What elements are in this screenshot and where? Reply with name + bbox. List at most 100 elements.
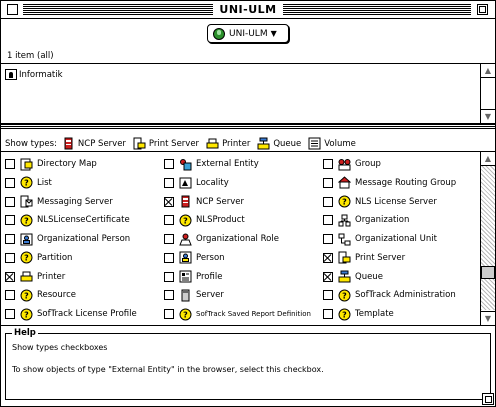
type-checkbox-item[interactable]: Person	[164, 251, 225, 265]
title-bar-stripes-left	[23, 4, 213, 15]
checkbox[interactable]	[164, 290, 174, 301]
type-label: Group	[355, 159, 381, 169]
type-checkbox-item[interactable]: Directory Map	[5, 157, 97, 171]
type-checkbox-item[interactable]: Queue	[323, 270, 383, 284]
type-checkbox-item[interactable]: ? Partition	[5, 251, 72, 265]
checkbox[interactable]	[164, 159, 174, 169]
checkbox[interactable]	[5, 196, 15, 207]
type-checkbox-item[interactable]: ? Resource	[5, 288, 76, 302]
context-popup-menu[interactable]: UNI-ULM ▼	[207, 24, 289, 43]
legend-queue: Queue	[257, 137, 301, 150]
checkbox[interactable]	[323, 271, 333, 282]
object-browser-list[interactable]: Informatik ▲ ▼	[1, 63, 495, 124]
checkbox[interactable]	[164, 215, 174, 226]
checkbox[interactable]	[5, 271, 15, 282]
type-checkbox-item[interactable]: Locality	[164, 176, 229, 190]
zoom-box[interactable]	[477, 4, 488, 15]
type-checkbox-item[interactable]: Message Routing Group	[323, 176, 456, 190]
type-checkbox-item[interactable]: ? SofTrack License Profile	[5, 307, 137, 321]
checkbox[interactable]	[164, 271, 174, 282]
type-checkbox-item[interactable]: NCP Server	[164, 195, 244, 209]
type-checkbox-item[interactable]: ? SofTrack Saved Report Definition	[164, 307, 311, 321]
type-checkbox-item[interactable]: ? List	[5, 176, 52, 190]
checkbox[interactable]	[164, 234, 174, 244]
pane-splitter[interactable]	[1, 124, 495, 129]
type-checkbox-item[interactable]: ? NLS License Server	[323, 195, 437, 209]
checkbox[interactable]	[5, 309, 15, 319]
scroll-down-arrow[interactable]: ▼	[481, 311, 495, 325]
volume-icon	[308, 137, 321, 150]
type-checkbox-item[interactable]: ? Template	[323, 307, 394, 321]
browser-window: UNI-ULM UNI-ULM ▼ 1 item (all) Informati…	[0, 0, 496, 407]
checkbox[interactable]	[323, 159, 333, 169]
type-label: Organization	[355, 215, 410, 226]
resize-box[interactable]	[482, 393, 494, 405]
scroll-track[interactable]	[481, 166, 495, 310]
type-checkbox-item[interactable]: Organizational Person	[5, 232, 130, 246]
svg-text:?: ?	[24, 291, 29, 300]
checkbox[interactable]	[323, 196, 333, 207]
checkbox[interactable]	[164, 252, 174, 263]
checkbox[interactable]	[5, 290, 15, 301]
checkbox[interactable]	[164, 196, 174, 207]
type-checkbox-item[interactable]: Server	[164, 288, 224, 302]
type-label: Resource	[37, 290, 76, 301]
checkbox[interactable]	[5, 215, 15, 226]
svg-text:?: ?	[183, 310, 188, 319]
type-label: Server	[196, 290, 224, 301]
type-checkbox-item[interactable]: Print Server	[323, 251, 405, 265]
svg-text:?: ?	[24, 310, 29, 319]
type-checkbox-item[interactable]: Group	[323, 157, 381, 171]
scroll-thumb[interactable]	[481, 266, 495, 279]
show-types-checkbox-grid: Directory Map External Entity Group? List Lo…	[1, 152, 480, 325]
question-icon: ?	[20, 251, 33, 264]
checkbox[interactable]	[323, 177, 333, 188]
messaging-server-icon	[20, 195, 33, 208]
checkbox[interactable]	[323, 309, 333, 319]
browser-scrollbar[interactable]: ▲ ▼	[480, 64, 495, 123]
scroll-up-arrow[interactable]: ▲	[481, 64, 495, 78]
organizational-role-icon	[179, 233, 192, 246]
locality-icon	[179, 176, 192, 189]
type-checkbox-item[interactable]: ? SofTrack Administration	[323, 288, 456, 302]
checkbox[interactable]	[323, 252, 333, 263]
type-checkbox-item[interactable]: Organizational Role	[164, 232, 279, 246]
types-scrollbar[interactable]: ▲ ▼	[480, 152, 495, 325]
checkbox[interactable]	[5, 159, 15, 169]
close-box[interactable]	[7, 4, 18, 15]
type-checkbox-item[interactable]: Printer	[5, 270, 65, 284]
checkbox[interactable]	[5, 252, 15, 263]
question-icon: ?	[20, 289, 33, 302]
ncp-server-icon	[179, 195, 192, 208]
type-checkbox-item[interactable]: ? NLSLicenseCertificate	[5, 213, 130, 227]
help-text-body: To show objects of type "External Entity…	[12, 365, 324, 374]
checkbox[interactable]	[5, 177, 15, 188]
checkbox[interactable]	[164, 309, 174, 319]
type-checkbox-item[interactable]: External Entity	[164, 157, 259, 171]
type-checkbox-item[interactable]: Profile	[164, 270, 222, 284]
queue-icon	[338, 270, 351, 283]
type-checkbox-item[interactable]: ? NLSProduct	[164, 213, 245, 227]
svg-text:?: ?	[24, 216, 29, 225]
legend-print-server: Print Server	[133, 137, 199, 150]
svg-text:?: ?	[24, 254, 29, 263]
checkbox[interactable]	[5, 234, 15, 244]
scroll-up-arrow[interactable]: ▲	[481, 152, 495, 166]
question-icon: ?	[20, 214, 33, 227]
scroll-down-arrow[interactable]: ▼	[481, 109, 495, 123]
list-item[interactable]: Informatik	[5, 69, 63, 80]
checkbox[interactable]	[323, 290, 333, 301]
type-checkbox-item[interactable]: Messaging Server	[5, 195, 113, 209]
type-checkbox-item[interactable]: Organization	[323, 213, 409, 227]
server-icon	[179, 289, 192, 302]
svg-text:?: ?	[342, 310, 347, 319]
checkbox[interactable]	[323, 215, 333, 226]
type-label: Message Routing Group	[355, 177, 457, 188]
legend-label: Print Server	[148, 138, 200, 149]
type-checkbox-item[interactable]: Organizational Unit	[323, 232, 437, 246]
checkbox[interactable]	[323, 234, 333, 244]
title-bar[interactable]: UNI-ULM	[1, 1, 495, 19]
type-label: Organizational Unit	[355, 234, 437, 244]
type-label: List	[37, 177, 52, 188]
checkbox[interactable]	[164, 177, 174, 188]
